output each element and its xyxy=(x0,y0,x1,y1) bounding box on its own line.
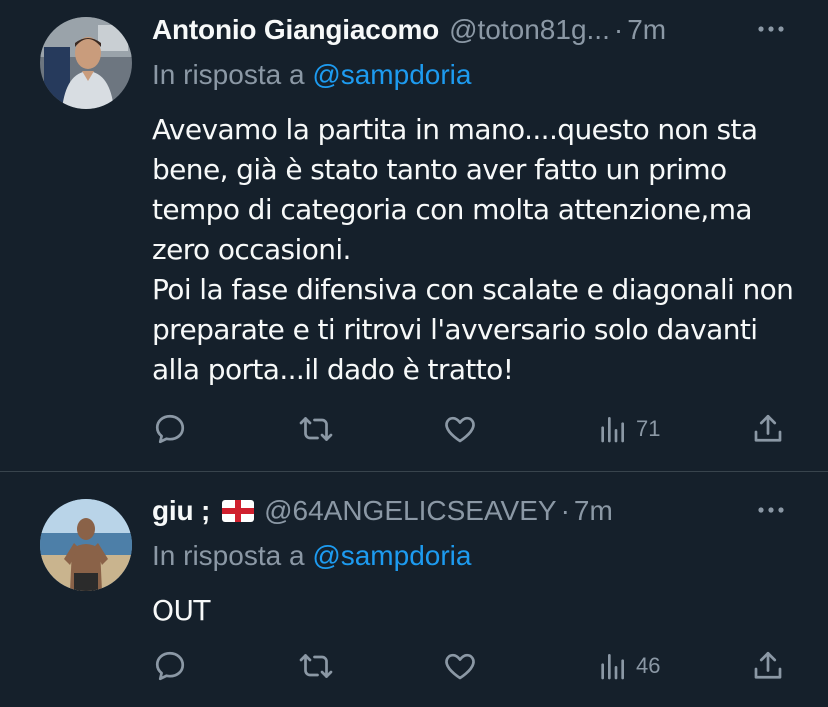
views-icon xyxy=(596,650,628,682)
reply-prefix: In risposta a xyxy=(152,59,313,90)
retweet-icon xyxy=(298,411,334,447)
avatar[interactable] xyxy=(40,499,132,591)
view-count: 71 xyxy=(636,416,661,441)
display-name[interactable]: giu ; xyxy=(152,493,210,529)
tweet[interactable]: Antonio Giangiacomo @toton81g... · 7m In… xyxy=(0,0,828,471)
reply-button[interactable] xyxy=(152,409,188,449)
heart-icon xyxy=(442,411,478,447)
like-button[interactable] xyxy=(442,646,478,686)
avatar-image xyxy=(40,499,132,591)
share-icon xyxy=(750,411,786,447)
heart-icon xyxy=(442,648,478,684)
separator-dot: · xyxy=(613,14,624,45)
tweet-header: Antonio Giangiacomo @toton81g... · 7m xyxy=(152,12,788,48)
tweet-actions: 71 xyxy=(152,409,788,449)
reply-icon xyxy=(152,411,188,447)
england-flag-icon xyxy=(222,500,255,522)
reply-button[interactable] xyxy=(152,646,188,686)
retweet-button[interactable] xyxy=(298,409,334,449)
tweet-header: giu ; @64ANGELICSEAVEY · 7m xyxy=(152,493,788,529)
separator-dot: · xyxy=(560,495,570,526)
reply-prefix: In risposta a xyxy=(152,540,313,571)
reply-mention-link[interactable]: @sampdoria xyxy=(312,540,471,571)
avatar[interactable] xyxy=(40,17,132,109)
retweet-icon xyxy=(298,648,334,684)
timestamp[interactable]: 7m xyxy=(574,493,613,529)
views-button[interactable]: 46 xyxy=(596,646,660,686)
like-button[interactable] xyxy=(442,409,478,449)
retweet-button[interactable] xyxy=(298,646,334,686)
reply-context: In risposta a @sampdoria xyxy=(152,57,471,93)
reply-context: In risposta a @sampdoria xyxy=(152,538,471,574)
tweet-text: OUT xyxy=(152,594,210,627)
user-handle[interactable]: @64ANGELICSEAVEY xyxy=(264,493,556,529)
share-icon xyxy=(750,648,786,684)
view-count: 46 xyxy=(636,653,661,678)
more-icon[interactable] xyxy=(754,495,788,525)
more-icon[interactable] xyxy=(754,14,788,44)
user-handle[interactable]: @toton81g... xyxy=(449,12,610,48)
timeline-feed: Antonio Giangiacomo @toton81g... · 7m In… xyxy=(0,0,828,707)
views-button[interactable]: 71 xyxy=(596,409,660,449)
display-name[interactable]: Antonio Giangiacomo xyxy=(152,12,439,48)
tweet[interactable]: giu ; @64ANGELICSEAVEY · 7m In risposta … xyxy=(0,472,828,707)
share-button[interactable] xyxy=(750,409,786,449)
tweet-text: Avevamo la partita in mano....questo non… xyxy=(152,113,794,386)
views-icon xyxy=(596,413,628,445)
reply-mention-link[interactable]: @sampdoria xyxy=(312,59,471,90)
share-button[interactable] xyxy=(750,646,786,686)
reply-icon xyxy=(152,648,188,684)
avatar-image xyxy=(40,17,132,109)
tweet-actions: 46 xyxy=(152,646,788,686)
timestamp[interactable]: 7m xyxy=(627,12,666,48)
